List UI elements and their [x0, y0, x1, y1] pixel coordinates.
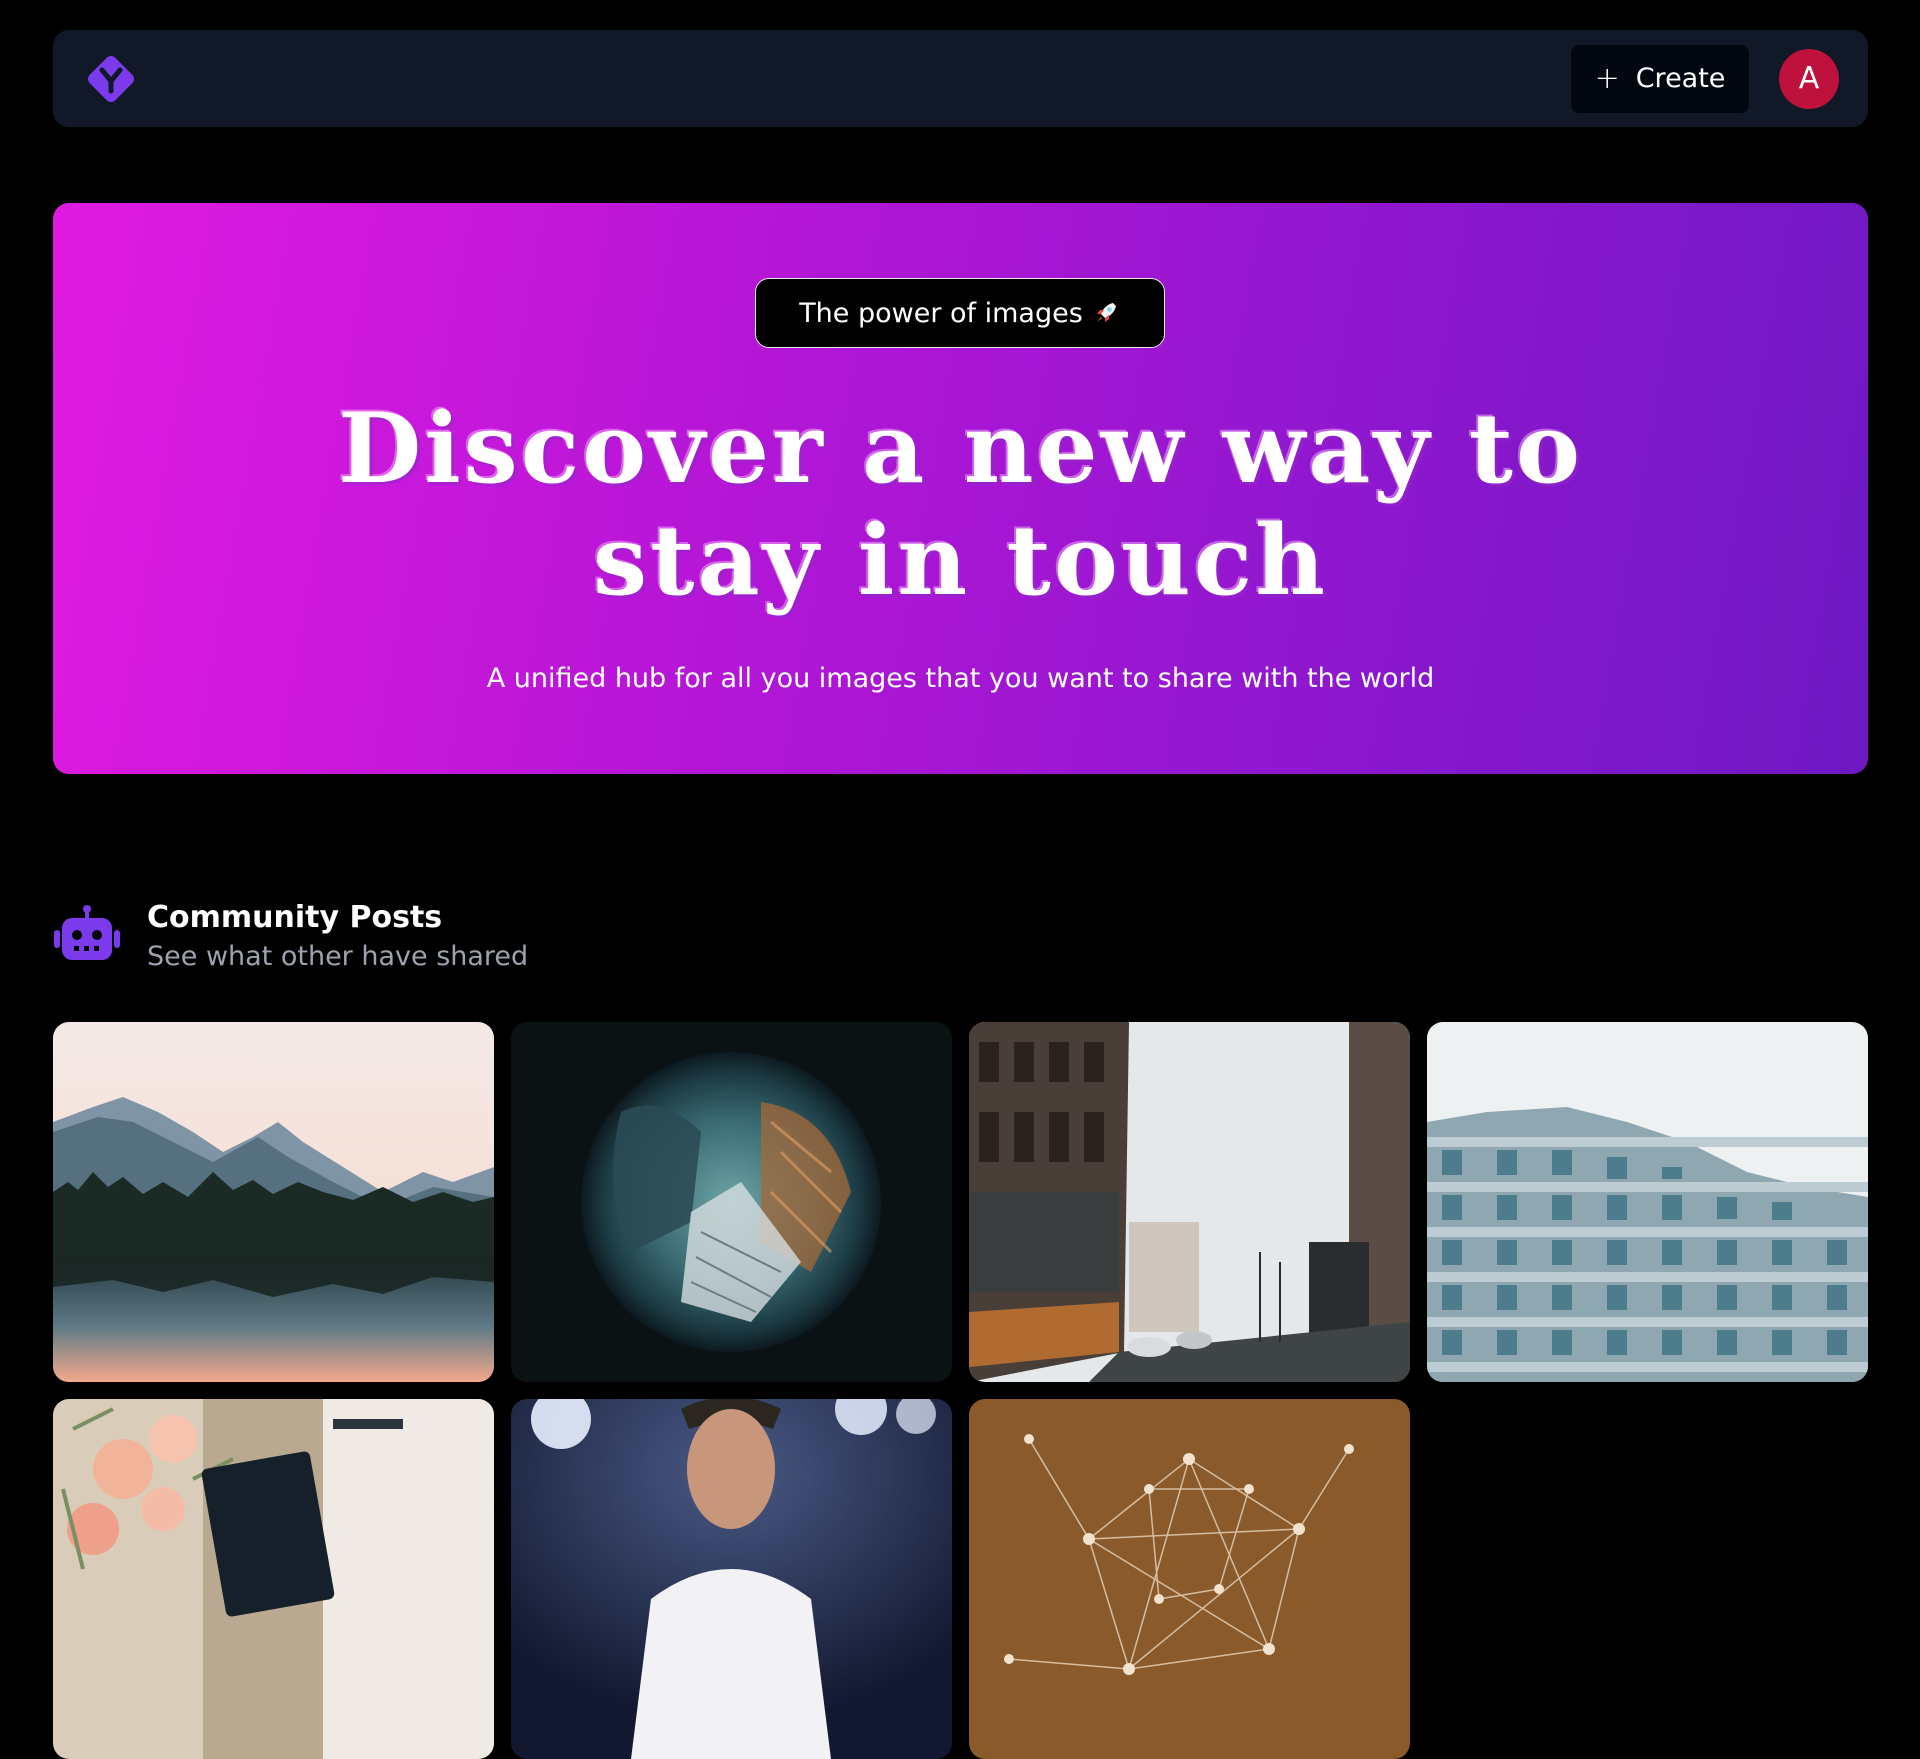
navbar: + Create A: [53, 30, 1868, 127]
community-subtitle: See what other have shared: [147, 941, 529, 972]
hero-badge: The power of images: [755, 278, 1165, 348]
post-card-network[interactable]: [969, 1399, 1410, 1759]
logo-diamond-y-icon[interactable]: [82, 50, 140, 108]
fisheye-buildings-photo: [511, 1022, 952, 1382]
footballer-portrait-photo: [511, 1399, 952, 1759]
hero-subtitle: A unified hub for all you images that yo…: [486, 663, 1435, 694]
flower-bouquet-photo: [53, 1399, 494, 1759]
create-button[interactable]: + Create: [1571, 44, 1749, 113]
nav-actions: + Create A: [1571, 44, 1839, 113]
post-card-fisheye[interactable]: [511, 1022, 952, 1382]
robot-icon: [54, 905, 120, 960]
post-card-building[interactable]: [1427, 1022, 1868, 1382]
snowy-street-photo: [969, 1022, 1410, 1382]
post-card-bouquet[interactable]: [53, 1399, 494, 1759]
network-sphere-photo: [969, 1399, 1410, 1759]
posts-grid: [53, 1022, 1868, 1759]
post-card-street[interactable]: [969, 1022, 1410, 1382]
mountain-lake-photo: [53, 1022, 494, 1382]
plus-icon: +: [1594, 60, 1620, 96]
community-header: Community Posts See what other have shar…: [53, 900, 528, 972]
apartment-building-photo: [1427, 1022, 1868, 1382]
create-button-label: Create: [1635, 63, 1726, 94]
rocket-icon: [1096, 303, 1116, 322]
community-title: Community Posts: [147, 900, 443, 935]
hero-banner: The power of images Discover a new way t…: [53, 203, 1868, 774]
hero-title: Discover a new way to stay in touch: [337, 392, 1584, 617]
hero-badge-label: The power of images: [799, 297, 1083, 329]
post-card-footballer[interactable]: [511, 1399, 952, 1759]
user-avatar[interactable]: A: [1779, 48, 1839, 109]
community-heading-text: Community Posts See what other have shar…: [147, 900, 528, 972]
post-card-mountain-lake[interactable]: [53, 1022, 494, 1382]
